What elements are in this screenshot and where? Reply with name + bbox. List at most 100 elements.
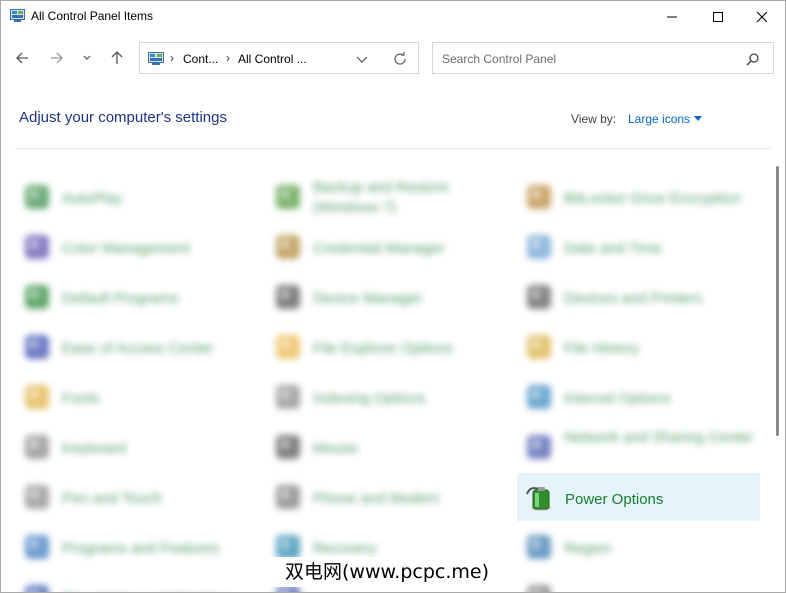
- control-panel-item-label: Keyboard: [62, 440, 127, 457]
- control-panel-item[interactable]: Region: [517, 523, 760, 571]
- control-panel-item[interactable]: Default Programs: [15, 273, 258, 321]
- control-panel-item-label: Fonts: [62, 390, 100, 407]
- breadcrumb-separator-icon: ›: [226, 51, 230, 65]
- control-panel-item-label: Device Manager: [313, 290, 423, 307]
- control-panel-item-label: Phone and Modem: [313, 490, 440, 507]
- control-panel-item-label: Mouse: [313, 440, 359, 457]
- caret-down-icon[interactable]: [694, 116, 702, 121]
- control-panel-item-label: BitLocker Drive Encryption: [564, 190, 741, 207]
- control-panel-icon: [10, 9, 25, 22]
- folder-options-icon: [276, 335, 300, 359]
- autoplay-icon: [25, 185, 49, 209]
- battery-icon: [526, 487, 551, 511]
- breadcrumb-control-panel[interactable]: Cont...: [183, 52, 218, 66]
- indexing-icon: [276, 385, 300, 409]
- default-programs-icon: [25, 285, 49, 309]
- control-panel-item-label: Devices and Printers: [564, 290, 703, 307]
- control-panel-item-label: AutoPlay: [62, 190, 123, 207]
- control-panel-item[interactable]: Mouse: [266, 423, 509, 471]
- address-bar[interactable]: › Cont... › All Control ...: [139, 42, 419, 74]
- fonts-icon: [25, 385, 49, 409]
- chevron-down-icon: [83, 55, 91, 60]
- control-panel-item[interactable]: File History: [517, 323, 760, 371]
- search-box[interactable]: Search Control Panel: [432, 42, 774, 74]
- control-panel-item[interactable]: Devices and Printers: [517, 273, 760, 321]
- control-panel-item-label: Power Options: [565, 491, 664, 508]
- backup-icon: [276, 185, 300, 209]
- control-panel-item-label: Ease of Access Center: [62, 340, 214, 357]
- close-icon: [756, 11, 768, 23]
- maximize-button[interactable]: [695, 1, 741, 33]
- device-manager-icon: [276, 285, 300, 309]
- control-panel-item[interactable]: [517, 573, 760, 592]
- programs-icon: [25, 535, 49, 559]
- bitlocker-icon: [527, 185, 551, 209]
- control-panel-item[interactable]: Color Management: [15, 223, 258, 271]
- control-panel-item[interactable]: Fonts: [15, 373, 258, 421]
- control-panel-item-label: Network and Sharing Center: [564, 429, 754, 446]
- arrow-up-icon: [111, 51, 123, 64]
- search-input[interactable]: Search Control Panel: [442, 52, 556, 66]
- control-panel-item-label: Internet Options: [564, 390, 671, 407]
- control-panel-item[interactable]: Programs and Features: [15, 523, 258, 571]
- search-icon[interactable]: [745, 51, 761, 67]
- control-panel-item[interactable]: Internet Options: [517, 373, 760, 421]
- control-panel-item-label: RemoteApp and Desktop: [62, 589, 252, 592]
- control-panel-item[interactable]: File Explorer Options: [266, 323, 509, 371]
- clock-icon: [527, 235, 551, 259]
- control-panel-item[interactable]: Phone and Modem: [266, 473, 509, 521]
- control-panel-item-label: Region: [564, 540, 612, 557]
- breadcrumb-separator-icon: ›: [170, 51, 174, 65]
- control-panel-item[interactable]: Date and Time: [517, 223, 760, 271]
- up-button[interactable]: [105, 46, 129, 70]
- scrollbar-thumb[interactable]: [776, 166, 779, 436]
- control-panel-item[interactable]: Pen and Touch: [15, 473, 258, 521]
- recent-locations-button[interactable]: [77, 46, 97, 70]
- view-by-dropdown[interactable]: Large icons: [628, 112, 690, 126]
- control-panel-item[interactable]: Credential Manager: [266, 223, 509, 271]
- window-title: All Control Panel Items: [31, 9, 154, 23]
- control-panel-item[interactable]: Indexing Options: [266, 373, 509, 421]
- control-panel-item[interactable]: Power Options: [517, 473, 760, 521]
- printer-icon: [527, 285, 551, 309]
- keyboard-icon: [25, 435, 49, 459]
- control-panel-item[interactable]: Network and Sharing Center: [517, 423, 760, 471]
- control-panel-item[interactable]: BitLocker Drive Encryption: [517, 173, 760, 221]
- control-panel-item-label: File History: [564, 340, 640, 357]
- page-title: Adjust your computer's settings: [19, 109, 227, 126]
- title-bar[interactable]: All Control Panel Items: [1, 1, 785, 33]
- close-button[interactable]: [739, 1, 785, 33]
- control-panel-item[interactable]: Keyboard: [15, 423, 258, 471]
- control-panel-item[interactable]: AutoPlay: [15, 173, 258, 221]
- forward-button[interactable]: [45, 46, 69, 70]
- refresh-icon[interactable]: [391, 50, 409, 68]
- minimize-button[interactable]: [649, 1, 695, 33]
- remoteapp-icon: [25, 585, 49, 592]
- color-management-icon: [25, 235, 49, 259]
- watermark-text: 双电网(www.pcpc.me): [263, 557, 511, 587]
- back-button[interactable]: [10, 46, 34, 70]
- internet-icon: [527, 385, 551, 409]
- ease-of-access-icon: [25, 335, 49, 359]
- control-panel-items-grid: AutoPlay Backup and Restore (Windows 7) Bi…: [1, 151, 771, 592]
- minimize-icon: [667, 16, 677, 18]
- control-panel-item[interactable]: Backup and Restore (Windows 7): [266, 173, 509, 221]
- control-panel-item-label: Indexing Options: [313, 390, 426, 407]
- control-panel-item-label: Color Management: [62, 240, 190, 257]
- control-panel-item-label: Default Programs: [62, 290, 179, 307]
- maximize-icon: [713, 12, 723, 22]
- control-panel-item[interactable]: Device Manager: [266, 273, 509, 321]
- control-panel-icon: [148, 52, 164, 65]
- control-panel-item[interactable]: RemoteApp and Desktop: [15, 573, 258, 592]
- region-icon: [527, 535, 551, 559]
- breadcrumb-all-items[interactable]: All Control ...: [238, 52, 307, 66]
- control-panel-item-label: Pen and Touch: [62, 490, 162, 507]
- chevron-down-icon[interactable]: [354, 52, 370, 66]
- header-divider: [15, 148, 771, 149]
- file-history-icon: [527, 335, 551, 359]
- control-panel-window: All Control Panel Items › Cont... › All …: [0, 0, 786, 593]
- control-panel-item-label: Credential Manager: [313, 240, 445, 257]
- control-panel-item[interactable]: Ease of Access Center: [15, 323, 258, 371]
- phone-icon: [276, 485, 300, 509]
- pen-icon: [25, 485, 49, 509]
